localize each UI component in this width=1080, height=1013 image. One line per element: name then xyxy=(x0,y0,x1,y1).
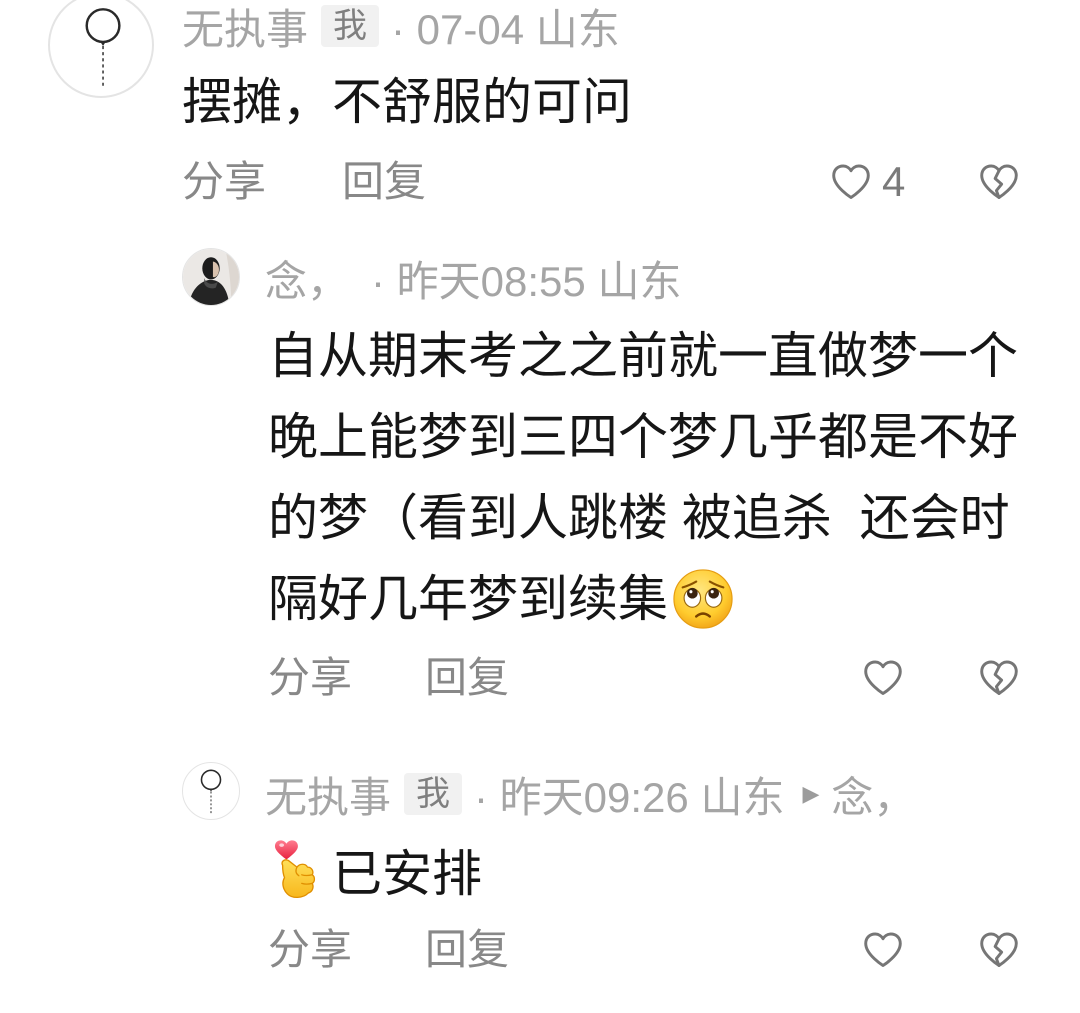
reply-avatar[interactable] xyxy=(182,762,240,820)
reply-meta: · 昨天09:26 山东 xyxy=(474,773,785,821)
reply-to-username[interactable]: 念， xyxy=(831,764,915,825)
reply-button[interactable]: 回复 xyxy=(425,654,509,702)
dislike-button[interactable] xyxy=(978,158,1020,206)
broken-heart-icon xyxy=(980,932,1018,968)
like-button[interactable] xyxy=(862,926,904,974)
reply-text-body: 自从期末考之之前就一直做梦一个晚上能梦到三四个梦几乎都是不好的梦（看到人跳楼 被… xyxy=(268,328,1018,627)
reply-username[interactable]: 无执事 xyxy=(265,764,391,825)
dislike-button[interactable] xyxy=(978,926,1020,974)
balloon-icon xyxy=(200,769,222,814)
broken-heart-icon xyxy=(980,164,1018,200)
reply-header: 无执事 我 · 昨天09:26 山东 ▶ 念， xyxy=(265,770,915,821)
share-button[interactable]: 分享 xyxy=(268,654,352,702)
comment: 无执事 我 · 07-04 山东 摆摊，不舒服的可问 分享 回复 4 xyxy=(0,0,1080,240)
reply-to-arrow-icon: ▶ xyxy=(802,781,820,806)
avatar-photo xyxy=(183,249,239,305)
commenter-avatar[interactable] xyxy=(48,0,154,98)
comment-username[interactable]: 无执事 xyxy=(182,0,308,57)
reply-button[interactable]: 回复 xyxy=(342,158,426,206)
like-button[interactable] xyxy=(862,654,904,702)
reply-username[interactable]: 念， xyxy=(265,248,349,309)
author-badge: 我 xyxy=(404,773,463,815)
comment-text: 摆摊，不舒服的可问 xyxy=(182,74,632,130)
reply: 无执事 我 · 昨天09:26 山东 ▶ 念， 已安排 分享 回复 xyxy=(0,740,1080,1013)
author-badge: 我 xyxy=(321,5,380,47)
comment-meta: · 07-04 山东 xyxy=(391,5,620,53)
reply-avatar[interactable] xyxy=(182,248,240,306)
share-button[interactable]: 分享 xyxy=(268,926,352,974)
reply-text: 已安排 xyxy=(268,830,482,910)
like-count: 4 xyxy=(882,158,906,205)
comment-header: 无执事 我 · 07-04 山东 xyxy=(182,2,620,53)
broken-heart-icon xyxy=(980,660,1018,696)
heart-outline-icon xyxy=(864,932,902,968)
balloon-icon xyxy=(85,8,121,88)
reply-text-body: 已安排 xyxy=(332,846,482,902)
reply-header: 念， · 昨天08:55 山东 xyxy=(265,254,681,305)
share-button[interactable]: 分享 xyxy=(182,158,266,206)
heart-outline-icon xyxy=(864,660,902,696)
reply-text: 自从期末考之之前就一直做梦一个晚上能梦到三四个梦几乎都是不好的梦（看到人跳楼 被… xyxy=(268,316,1048,640)
reply-meta: · 昨天08:55 山东 xyxy=(371,257,682,305)
heart-outline-icon xyxy=(832,164,870,200)
reply: 念， · 昨天08:55 山东 自从期末考之之前就一直做梦一个晚上能梦到三四个梦… xyxy=(0,240,1080,730)
reply-button[interactable]: 回复 xyxy=(425,926,509,974)
like-button[interactable]: 4 xyxy=(830,158,905,206)
frowning-face-emoji xyxy=(672,568,734,630)
dislike-button[interactable] xyxy=(978,654,1020,702)
finger-heart-emoji xyxy=(274,839,318,901)
